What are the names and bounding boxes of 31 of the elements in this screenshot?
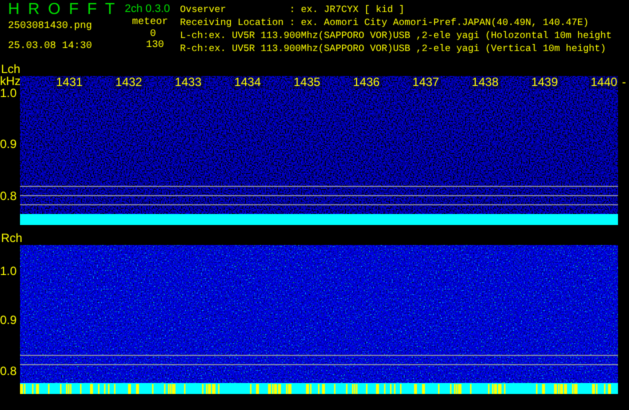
time-label: 1440 xyxy=(588,76,620,89)
app-title: H R O F F T xyxy=(8,0,118,19)
station-info-line: Ovserver : ex. JR7CYX [ kid ] xyxy=(180,3,406,16)
count-label: 0 xyxy=(150,29,157,40)
time-label: 1437 xyxy=(410,76,442,89)
station-info-line: Receiving Location : ex. Aomori City Aomori-Pref.JAPAN(40.49N, 140.47E) xyxy=(180,16,590,29)
axis-label: 0.8 xyxy=(0,365,17,377)
time-label: 1433 xyxy=(172,76,204,89)
axis-label: 0.8 xyxy=(0,190,17,202)
axis-end-mark: - xyxy=(622,76,626,89)
time-label: 1434 xyxy=(232,76,263,89)
time-label: 1439 xyxy=(529,76,560,89)
time-label: 1438 xyxy=(470,76,500,89)
version-label: 2ch 0.3.0 xyxy=(124,3,170,16)
time-label: 1436 xyxy=(351,76,382,89)
axis-label: 0.9 xyxy=(0,138,17,150)
unit-label: kHz xyxy=(0,75,21,87)
file-name: 2503081430.png xyxy=(8,20,94,33)
channel-label: Lch xyxy=(0,63,22,76)
station-info-line: R-ch:ex. UV5R 113.900Mhz(SAPPORO VOR)USB ,2-ele yagi (Vertical 10m height) xyxy=(180,42,608,55)
axis-label: 1.0 xyxy=(0,86,17,98)
mode-label: meteor xyxy=(132,16,169,29)
timestamp: 25.03.08 14:30 xyxy=(8,40,94,53)
time-label: 1435 xyxy=(292,76,322,89)
station-info-line: L-ch:ex. UV5R 113.900Mhz(SAPPORO VOR)USB ,2-ele yagi (Holozontal 10m height xyxy=(180,29,612,42)
axis-label: 0.9 xyxy=(0,314,17,326)
channel-label: Rch xyxy=(0,232,24,245)
count-label: 130 xyxy=(146,40,165,51)
axis-label: 1.0 xyxy=(0,264,17,276)
time-label: 1432 xyxy=(113,76,144,89)
time-label: 1431 xyxy=(54,76,85,89)
